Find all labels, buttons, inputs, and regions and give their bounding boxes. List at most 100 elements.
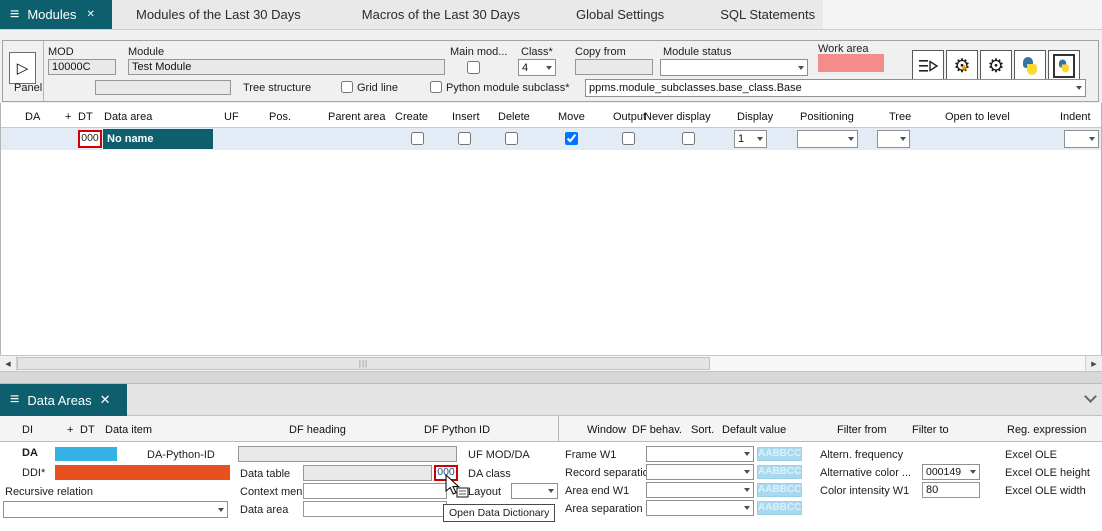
class-label: Class* [521,46,553,58]
record-separation-color-field[interactable]: AABBCC [757,465,802,479]
data-table-input[interactable] [303,465,432,481]
frame-color-field[interactable]: AABBCC [757,447,802,461]
move-checkbox[interactable] [565,132,578,145]
da-python-id-input[interactable] [238,446,457,462]
output-checkbox[interactable] [622,132,635,145]
area-separation-color-field[interactable]: AABBCC [757,501,802,515]
excel-ole-height-label: Excel OLE height [1005,467,1090,479]
tab-macros-last-30-days[interactable]: Macros of the Last 30 Days [354,0,528,29]
scroll-right-button[interactable]: ▶ [1085,356,1102,371]
copy-from-input[interactable] [575,59,653,75]
hamburger-menu-icon[interactable]: ≡ [10,7,19,23]
python-subclass-label: Python module subclass* [446,82,570,94]
tab-modules-last-30-days[interactable]: Modules of the Last 30 Days [128,0,309,29]
python-subclass-select[interactable]: ppms.module_subclasses.base_class.Base [585,79,1086,97]
class-value: 4 [522,62,528,74]
tab-data-areas[interactable]: ≡ Data Areas ✕ [0,384,127,416]
class-select[interactable]: 4 [518,59,556,76]
close-tab-icon[interactable]: ✕ [100,392,111,408]
gear-icon: ⚙ [987,57,1004,76]
data-area-name-cell[interactable]: No name [103,129,213,149]
hamburger-menu-icon[interactable]: ≡ [10,392,19,408]
insert-checkbox[interactable] [458,132,471,145]
frame-w1-select[interactable] [646,446,754,462]
module-status-label: Module status [663,46,731,58]
main-mod-label: Main mod... [450,46,507,58]
tab-modules[interactable]: ≡ Modules ✕ [0,0,112,29]
chevron-down-icon [1076,86,1082,90]
da-color-field[interactable] [55,447,117,461]
col-never-display: Never display [644,111,711,123]
python-icon [1021,57,1039,75]
alternative-color-label: Alternative color ... [820,467,911,479]
list-play-icon [917,57,939,75]
record-separation-w1-select[interactable] [646,464,754,480]
indent-select[interactable] [1064,130,1099,148]
work-area-field[interactable] [818,54,884,72]
col-insert: Insert [452,111,480,123]
col-create: Create [395,111,428,123]
delete-checkbox[interactable] [505,132,518,145]
altern-frequency-label: Altern. frequency [820,449,903,461]
col-sort: Sort. [691,424,714,436]
panel-label: Panel [14,82,42,94]
create-checkbox[interactable] [411,132,424,145]
area-end-color-field[interactable]: AABBCC [757,483,802,497]
tab-global-settings[interactable]: Global Settings [568,0,672,29]
toolbar-divider [43,41,44,101]
area-end-w1-select[interactable] [646,482,754,498]
panel-input[interactable] [95,80,231,95]
collapse-panel-chevron-icon[interactable] [1084,390,1097,403]
layout-select[interactable] [511,483,558,499]
tree-select[interactable] [877,130,910,148]
col-pos: Pos. [269,111,291,123]
col-dt: DT [80,424,95,436]
add-row-button[interactable]: + [67,424,73,436]
close-tab-icon[interactable]: ✕ [86,9,94,20]
mod-input[interactable] [48,59,116,75]
col-df-python-id: DF Python ID [424,424,490,436]
tooltip: Open Data Dictionary [443,504,555,522]
chevron-down-icon [744,506,750,510]
scroll-left-button[interactable]: ◀ [0,356,17,371]
scrollbar-thumb[interactable]: ||| [17,357,710,370]
top-tab-bar: ≡ Modules ✕ Modules of the Last 30 Days … [0,0,1102,30]
context-menu-label: Context menu [240,486,308,498]
python-subclass-checkbox[interactable] [430,81,442,93]
ddi-code-field[interactable]: 000 [434,465,458,481]
positioning-select[interactable] [797,130,858,148]
col-df-behav: DF behav. [632,424,682,436]
chevron-down-icon [218,508,224,512]
chevron-down-icon [900,137,906,141]
dt-cell[interactable]: 000 [78,130,102,148]
col-indent: Indent [1060,111,1091,123]
color-intensity-input[interactable] [922,482,980,498]
module-status-select[interactable] [660,59,808,76]
alternative-color-select[interactable]: 000149 [922,464,980,480]
module-list-button[interactable] [912,50,944,82]
area-separation-w1-select[interactable] [646,500,754,516]
main-mod-checkbox[interactable] [467,61,480,74]
ddi-color-field[interactable] [55,465,230,480]
add-row-button[interactable]: + [65,111,71,123]
panel-separator [0,372,1102,383]
customizing-settings-button[interactable]: ⚙✱ [946,50,978,82]
python-editor-button[interactable] [1048,50,1080,82]
col-uf: UF [224,111,239,123]
chevron-down-icon [744,452,750,456]
run-module-button[interactable]: ▷ [9,52,36,84]
settings-button[interactable]: ⚙ [980,50,1012,82]
tab-data-areas-label: Data Areas [27,393,91,408]
data-table-label: Data table [240,468,290,480]
horizontal-scrollbar[interactable]: ◀ ||| ▶ [0,355,1102,372]
context-menu-input[interactable] [303,483,447,499]
never-display-checkbox[interactable] [682,132,695,145]
data-area-input[interactable] [303,501,447,517]
gear-star-icon: ⚙✱ [953,57,970,76]
display-select[interactable]: 1 [734,130,767,148]
grid-line-checkbox[interactable] [341,81,353,93]
module-name-input[interactable] [128,59,445,75]
python-button[interactable] [1014,50,1046,82]
recursive-relation-select[interactable] [3,501,228,518]
tab-sql-statements[interactable]: SQL Statements [712,0,823,29]
